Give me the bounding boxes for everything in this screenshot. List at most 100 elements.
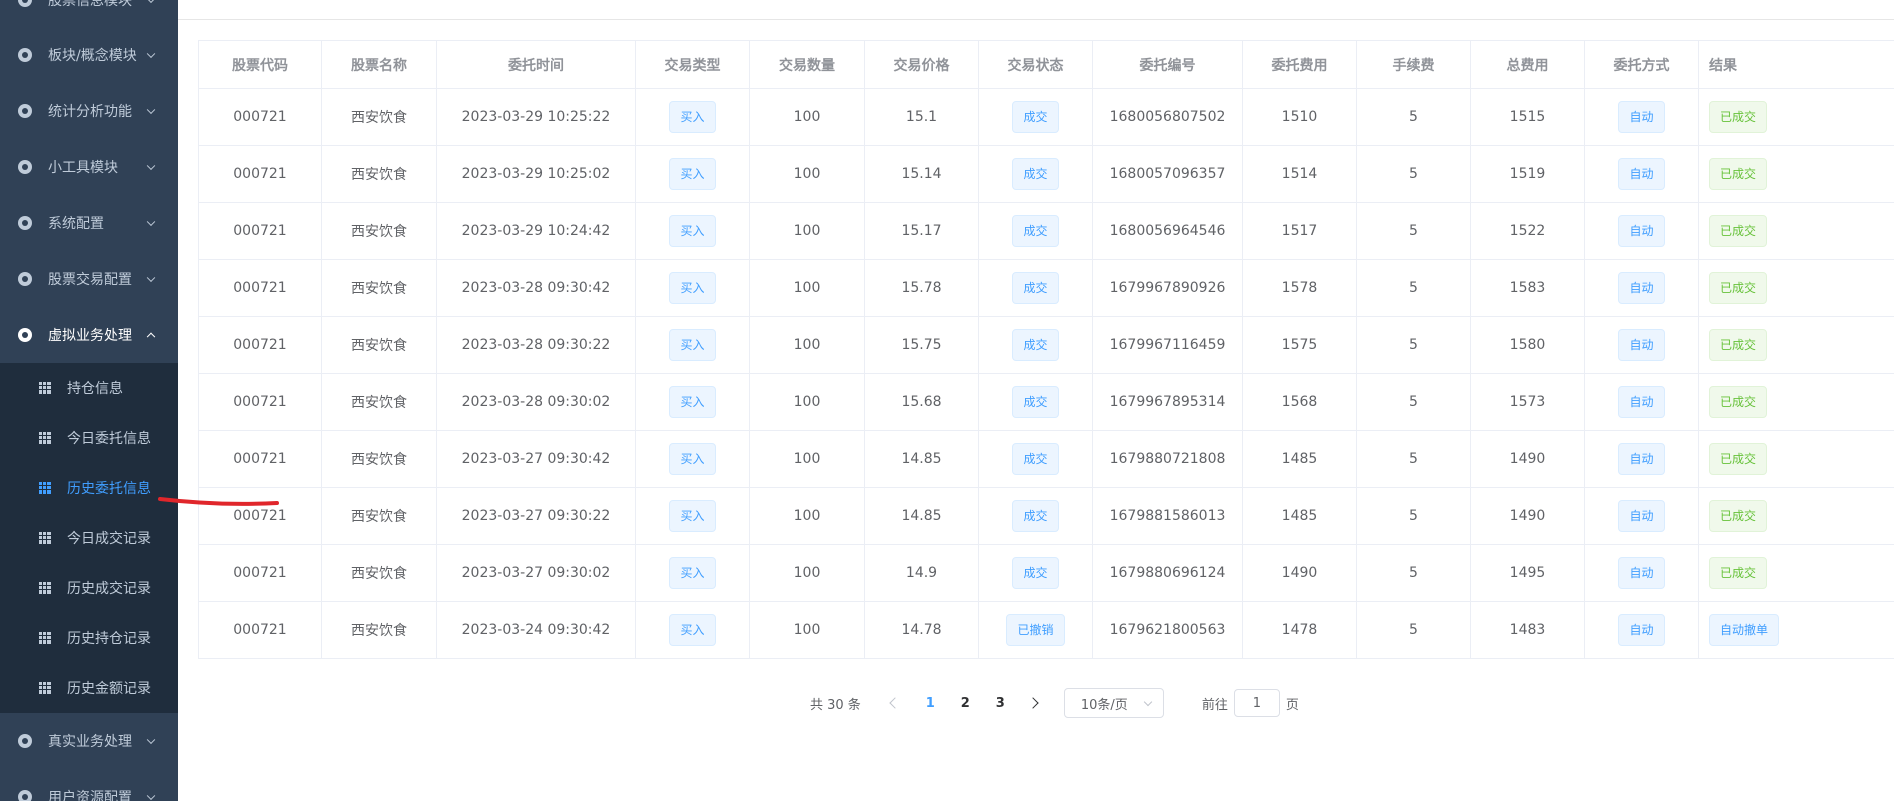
sidebar-item[interactable]: 用户资源配置 <box>0 769 178 801</box>
sidebar-item[interactable]: 统计分析功能 <box>0 83 178 139</box>
cell-status: 成交 <box>978 487 1093 545</box>
sidebar-item[interactable]: 小工具模块 <box>0 139 178 195</box>
chevron-left-icon[interactable] <box>888 689 902 717</box>
mode-tag: 自动 <box>1618 386 1665 418</box>
sidebar-item-stock-info[interactable]: 股票信息模块 <box>0 0 178 27</box>
cell-price: 15.75 <box>864 316 979 374</box>
pagination-total: 共 30 条 <box>810 697 861 713</box>
sidebar-item[interactable]: 真实业务处理 <box>0 713 178 769</box>
mode-tag: 自动 <box>1618 158 1665 190</box>
submenu-item[interactable]: 历史委托信息 <box>0 463 178 513</box>
pagination: 共 30 条 123 10条/页 前往 页 <box>810 688 1299 718</box>
sidebar-item-label: 板块/概念模块 <box>48 48 137 64</box>
mode-tag: 自动 <box>1618 272 1665 304</box>
page-jumper: 前往 页 <box>1202 689 1299 717</box>
table-grid-icon <box>39 482 51 494</box>
cell-type: 买入 <box>635 430 750 488</box>
menu-circle-icon <box>18 328 32 342</box>
type-tag: 买入 <box>669 215 716 247</box>
type-tag: 买入 <box>669 386 716 418</box>
sidebar-item[interactable]: 股票交易配置 <box>0 251 178 307</box>
cell-name: 西安饮食 <box>321 259 437 317</box>
cell-price: 15.1 <box>864 88 979 146</box>
status-tag: 成交 <box>1012 272 1059 304</box>
status-tag: 成交 <box>1012 101 1059 133</box>
chevron-right-icon[interactable] <box>1029 689 1043 717</box>
table-row: 000721 西安饮食 2023-03-29 10:25:02 买入 100 15.14 成… <box>198 145 1894 203</box>
submenu-item[interactable]: 历史成交记录 <box>0 563 178 613</box>
cell-type: 买入 <box>635 601 750 659</box>
page-number[interactable]: 2 <box>948 696 983 711</box>
cell-type: 买入 <box>635 316 750 374</box>
cell-status: 成交 <box>978 202 1093 260</box>
cell-qty: 100 <box>749 145 865 203</box>
cell-code: 000721 <box>198 601 322 659</box>
cell-mode: 自动 <box>1584 88 1699 146</box>
sidebar-item[interactable]: 板块/概念模块 <box>0 27 178 83</box>
cell-name: 西安饮食 <box>321 373 437 431</box>
page-size-value: 10条/页 <box>1080 697 1128 713</box>
column-header: 交易状态 <box>978 40 1093 89</box>
submenu-item[interactable]: 今日委托信息 <box>0 413 178 463</box>
type-tag: 买入 <box>669 158 716 190</box>
column-header: 交易价格 <box>864 40 979 89</box>
cell-fee: 1510 <box>1242 88 1357 146</box>
cell-total: 1490 <box>1470 430 1585 488</box>
cell-mode: 自动 <box>1584 601 1699 659</box>
page-number[interactable]: 3 <box>983 696 1018 711</box>
cell-result: 自动撤单 <box>1698 601 1894 659</box>
cell-total: 1573 <box>1470 373 1585 431</box>
cell-result: 已成交 <box>1698 373 1894 431</box>
table-grid-icon <box>39 432 51 444</box>
cell-result: 已成交 <box>1698 544 1894 602</box>
cell-fee: 1490 <box>1242 544 1357 602</box>
cell-code: 000721 <box>198 373 322 431</box>
table-grid-icon <box>39 582 51 594</box>
page-size-select[interactable]: 10条/页 <box>1063 688 1164 718</box>
cell-total: 1515 <box>1470 88 1585 146</box>
submenu-item-label: 历史持仓记录 <box>67 631 151 647</box>
cell-name: 西安饮食 <box>321 544 437 602</box>
cell-total: 1583 <box>1470 259 1585 317</box>
cell-price: 14.85 <box>864 430 979 488</box>
cell-mode: 自动 <box>1584 487 1699 545</box>
cell-id: 1679880696124 <box>1092 544 1243 602</box>
chevron-down-icon <box>146 49 156 59</box>
sidebar-item[interactable]: 系统配置 <box>0 195 178 251</box>
cell-mode: 自动 <box>1584 145 1699 203</box>
cell-fee: 1517 <box>1242 202 1357 260</box>
cell-commission: 5 <box>1356 259 1471 317</box>
cell-time: 2023-03-27 09:30:42 <box>436 430 636 488</box>
cell-type: 买入 <box>635 487 750 545</box>
submenu-item[interactable]: 今日成交记录 <box>0 513 178 563</box>
mode-tag: 自动 <box>1618 101 1665 133</box>
cell-name: 西安饮食 <box>321 145 437 203</box>
page-number[interactable]: 1 <box>913 696 948 711</box>
cell-code: 000721 <box>198 259 322 317</box>
table-row: 000721 西安饮食 2023-03-27 09:30:22 买入 100 14.85 成… <box>198 487 1894 545</box>
sidebar-item-label: 虚拟业务处理 <box>48 328 132 344</box>
cell-commission: 5 <box>1356 316 1471 374</box>
cell-result: 已成交 <box>1698 487 1894 545</box>
column-header: 交易数量 <box>749 40 865 89</box>
submenu-item[interactable]: 持仓信息 <box>0 363 178 413</box>
cell-id: 1679967890926 <box>1092 259 1243 317</box>
cell-fee: 1478 <box>1242 601 1357 659</box>
menu-circle-icon <box>18 104 32 118</box>
chevron-down-icon <box>146 273 156 283</box>
table-row: 000721 西安饮食 2023-03-28 09:30:02 买入 100 15.68 成… <box>198 373 1894 431</box>
cell-price: 15.14 <box>864 145 979 203</box>
cell-time: 2023-03-28 09:30:02 <box>436 373 636 431</box>
chevron-down-icon <box>146 161 156 171</box>
cell-time: 2023-03-29 10:24:42 <box>436 202 636 260</box>
goto-page-input[interactable] <box>1233 689 1280 717</box>
cell-commission: 5 <box>1356 88 1471 146</box>
submenu-item[interactable]: 历史持仓记录 <box>0 613 178 663</box>
sidebar-item-virtual-business[interactable]: 虚拟业务处理 <box>0 307 178 363</box>
table-row: 000721 西安饮食 2023-03-27 09:30:42 买入 100 14.85 成… <box>198 430 1894 488</box>
cell-time: 2023-03-28 09:30:42 <box>436 259 636 317</box>
sidebar-item-label: 股票信息模块 <box>48 0 132 9</box>
cell-result: 已成交 <box>1698 145 1894 203</box>
cell-name: 西安饮食 <box>321 430 437 488</box>
submenu-item[interactable]: 历史金额记录 <box>0 663 178 713</box>
